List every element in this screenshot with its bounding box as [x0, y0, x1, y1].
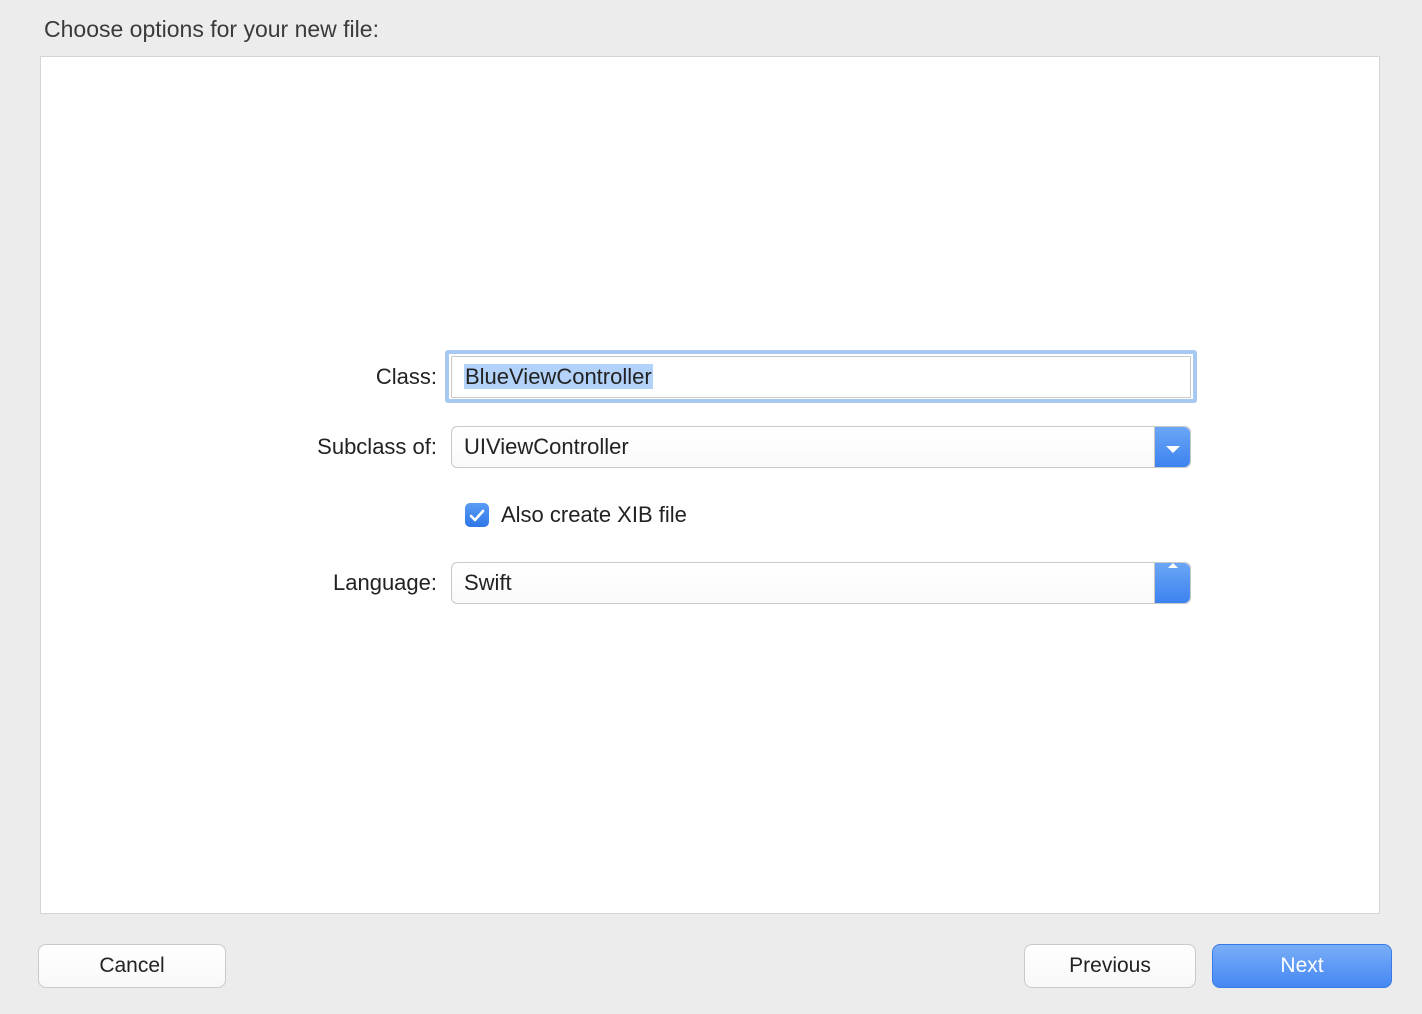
- language-select[interactable]: Swift: [451, 562, 1191, 604]
- subclass-combobox[interactable]: UIViewController: [451, 426, 1191, 468]
- subclass-row: Subclass of: UIViewController: [231, 423, 1191, 471]
- xib-row: Also create XIB file: [231, 493, 1191, 537]
- language-select-wrapper: Swift: [451, 562, 1191, 604]
- class-label: Class:: [231, 364, 451, 390]
- language-value: Swift: [464, 563, 512, 603]
- page-heading: Choose options for your new file:: [44, 16, 379, 43]
- class-field-value: BlueViewController: [464, 364, 653, 389]
- subclass-field-wrapper: UIViewController: [451, 426, 1191, 468]
- footer: Cancel Previous Next: [0, 944, 1422, 992]
- new-file-form: Class: BlueViewController Subclass of: U…: [231, 353, 1191, 629]
- cancel-button[interactable]: Cancel: [38, 944, 226, 988]
- language-row: Language: Swift: [231, 559, 1191, 607]
- subclass-value: UIViewController: [464, 427, 629, 467]
- class-row: Class: BlueViewController: [231, 353, 1191, 401]
- checkmark-icon: [469, 502, 485, 528]
- chevron-down-icon: [1167, 584, 1179, 624]
- subclass-label: Subclass of:: [231, 434, 451, 460]
- xib-label: Also create XIB file: [501, 502, 687, 528]
- options-panel: Class: BlueViewController Subclass of: U…: [40, 56, 1380, 914]
- previous-button[interactable]: Previous: [1024, 944, 1196, 988]
- language-stepper-button[interactable]: [1154, 563, 1190, 603]
- class-field-wrapper: BlueViewController: [451, 356, 1191, 398]
- xib-checkbox[interactable]: [465, 503, 489, 527]
- next-button[interactable]: Next: [1212, 944, 1392, 988]
- chevron-down-icon: [1165, 427, 1181, 467]
- language-label: Language:: [231, 570, 451, 596]
- subclass-dropdown-button[interactable]: [1154, 427, 1190, 467]
- class-field[interactable]: BlueViewController: [451, 356, 1191, 398]
- chevron-up-icon: [1167, 542, 1179, 582]
